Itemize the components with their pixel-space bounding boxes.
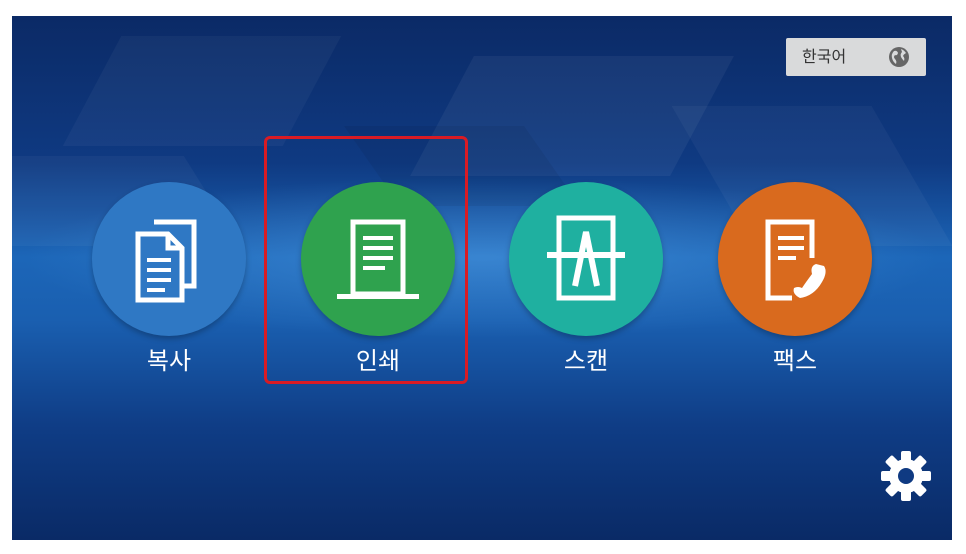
fax-app-label: 팩스 (772, 347, 818, 375)
fax-icon (765, 219, 826, 301)
print-app-circle (301, 182, 455, 336)
language-label: 한국어 (802, 47, 847, 66)
print-app-tile[interactable]: 인쇄 (299, 182, 459, 392)
language-button[interactable]: 한국어 (786, 38, 926, 76)
fax-app-circle (718, 182, 872, 336)
globe-icon (889, 47, 909, 67)
scan-app-circle (509, 182, 663, 336)
copy-app-circle (92, 182, 246, 336)
fax-app-tile[interactable]: 팩스 (716, 182, 876, 392)
print-document-icon (337, 219, 419, 299)
copy-documents-icon (135, 219, 197, 303)
scan-app-label: 스캔 (563, 347, 609, 375)
print-app-label: 인쇄 (355, 347, 401, 375)
scan-app-tile[interactable]: 스캔 (507, 182, 667, 392)
gear-icon[interactable] (878, 448, 934, 504)
scan-icon (547, 215, 625, 301)
copy-app-label: 복사 (146, 347, 192, 375)
background-facet (62, 36, 342, 146)
copy-app-tile[interactable]: 복사 (90, 182, 250, 392)
home-screen: 한국어 복사 인쇄 스캔 팩스 (12, 16, 952, 540)
